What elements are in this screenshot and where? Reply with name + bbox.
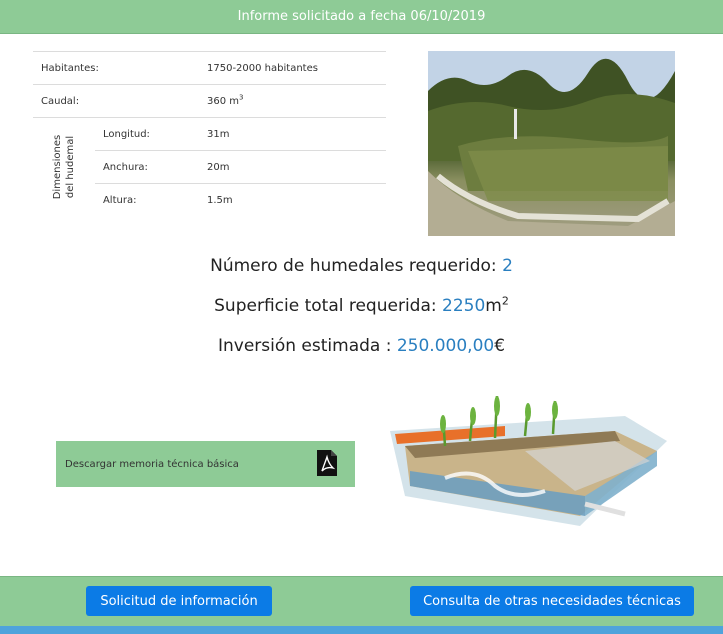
anchura-label: Anchura: xyxy=(94,150,199,184)
wetlands-required-line: Número de humedales requerido: 2 xyxy=(0,256,723,276)
wetlands-required-value: 2 xyxy=(502,256,513,276)
footer-bar: Solicitud de información Consulta de otr… xyxy=(0,576,723,634)
specs-table: Habitantes: 1750-2000 habitantes Caudal:… xyxy=(33,51,386,217)
caudal-value: 360 m3 xyxy=(199,84,386,118)
longitud-label: Longitud: xyxy=(94,117,199,151)
dimensions-line-1: Dimensiones xyxy=(51,134,63,200)
wetland-photo xyxy=(428,51,675,236)
total-surface-value: 2250 xyxy=(442,296,486,316)
pdf-icon xyxy=(317,450,337,476)
longitud-value: 31m xyxy=(199,117,386,151)
anchura-value: 20m xyxy=(199,150,386,184)
caudal-exponent: 3 xyxy=(239,93,244,102)
dimensions-group-label: Dimensiones del hudemal xyxy=(33,117,95,217)
total-surface-line: Superficie total requerida: 2250m2 xyxy=(0,294,723,316)
table-row: Dimensiones del hudemal Longitud: 31m xyxy=(33,117,386,217)
caudal-number: 360 m xyxy=(207,95,240,107)
download-label: Descargar memoria técnica básica xyxy=(65,458,239,470)
other-technical-needs-label: Consulta de otras necesidades técnicas xyxy=(423,593,681,609)
table-row: Caudal: 360 m3 xyxy=(33,84,386,118)
total-surface-unit: m xyxy=(485,296,502,316)
dimensions-line-2: del hudemal xyxy=(64,136,76,199)
report-header: Informe solicitado a fecha 06/10/2019 xyxy=(0,0,723,34)
estimated-investment-value: 250.000,00 xyxy=(396,336,495,356)
report-date-title: Informe solicitado a fecha 06/10/2019 xyxy=(237,9,486,24)
wetland-cross-section-diagram xyxy=(390,395,667,526)
estimated-investment-label: Inversión estimada : xyxy=(217,336,397,356)
other-technical-needs-button[interactable]: Consulta de otras necesidades técnicas xyxy=(410,586,694,616)
wetland-photo-illustration xyxy=(428,51,675,236)
download-technical-report-button[interactable]: Descargar memoria técnica básica xyxy=(56,441,355,487)
habitantes-value: 1750-2000 habitantes xyxy=(199,51,386,85)
habitantes-label: Habitantes: xyxy=(33,51,199,85)
wetlands-required-label: Número de humedales requerido: xyxy=(210,256,503,276)
altura-value: 1.5m xyxy=(199,183,386,217)
estimated-investment-currency: € xyxy=(494,336,506,356)
total-surface-label: Superficie total requerida: xyxy=(214,296,443,316)
total-surface-exponent: 2 xyxy=(501,294,509,308)
request-information-label: Solicitud de información xyxy=(100,593,258,609)
caudal-label: Caudal: xyxy=(33,84,199,118)
request-information-button[interactable]: Solicitud de información xyxy=(86,586,272,616)
table-row: Habitantes: 1750-2000 habitantes xyxy=(33,51,386,85)
altura-label: Altura: xyxy=(94,183,199,217)
estimated-investment-line: Inversión estimada : 250.000,00€ xyxy=(0,336,723,356)
